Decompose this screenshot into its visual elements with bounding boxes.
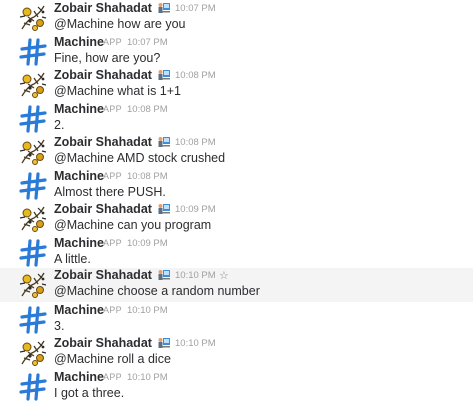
machine-bot-avatar-icon[interactable]: [18, 372, 48, 402]
sender-name[interactable]: Zobair Shahadat: [54, 202, 152, 216]
circuit-flower-avatar-icon[interactable]: [18, 70, 48, 100]
message-item[interactable]: Zobair Shahadat 10:08 PM @Machine AMD st…: [0, 135, 473, 169]
app-badge: APP: [103, 372, 122, 382]
machine-bot-avatar-icon[interactable]: [18, 238, 48, 268]
timestamp[interactable]: 10:10 PM: [175, 338, 216, 349]
sender-name[interactable]: Machine: [54, 370, 104, 384]
app-badge: APP: [103, 104, 122, 114]
star-outline-icon[interactable]: ☆: [219, 269, 229, 282]
message-item[interactable]: Machine APP 10:08 PM Almost there PUSH.: [0, 169, 473, 203]
app-badge: APP: [103, 238, 122, 248]
message-text: Fine, how are you?: [54, 51, 161, 65]
sender-name[interactable]: Machine: [54, 102, 104, 116]
sender-name[interactable]: Zobair Shahadat: [54, 268, 152, 282]
machine-bot-avatar-icon[interactable]: [18, 171, 48, 201]
machine-bot-avatar-icon[interactable]: [18, 104, 48, 134]
circuit-flower-avatar-icon[interactable]: [18, 338, 48, 368]
person-at-computer-icon: [157, 268, 171, 282]
circuit-flower-avatar-icon[interactable]: [18, 137, 48, 167]
timestamp[interactable]: 10:09 PM: [127, 238, 168, 249]
message-text: @Machine can you program: [54, 218, 212, 232]
message-feed: Zobair Shahadat 10:07 PM @Machine how ar…: [0, 0, 473, 404]
timestamp[interactable]: 10:08 PM: [175, 137, 216, 148]
message-item[interactable]: Machine APP 10:08 PM 2.: [0, 102, 473, 136]
person-at-computer-icon: [157, 336, 171, 350]
message-text: @Machine roll a dice: [54, 352, 171, 366]
message-item[interactable]: Zobair Shahadat 10:10 PM @Machine roll a…: [0, 336, 473, 370]
message-item[interactable]: Machine APP 10:10 PM 3.: [0, 303, 473, 337]
machine-bot-avatar-icon[interactable]: [18, 305, 48, 335]
sender-name[interactable]: Machine: [54, 35, 104, 49]
sender-name[interactable]: Zobair Shahadat: [54, 135, 152, 149]
sender-name[interactable]: Machine: [54, 236, 104, 250]
circuit-flower-avatar-icon[interactable]: [18, 204, 48, 234]
message-text: @Machine how are you: [54, 17, 186, 31]
sender-name[interactable]: Zobair Shahadat: [54, 1, 152, 15]
sender-name[interactable]: Machine: [54, 169, 104, 183]
message-text: @Machine choose a random number: [54, 284, 260, 298]
message-text: @Machine what is 1+1: [54, 84, 181, 98]
message-item[interactable]: Machine APP 10:10 PM I got a three.: [0, 370, 473, 404]
sender-name[interactable]: Machine: [54, 303, 104, 317]
app-badge: APP: [103, 37, 122, 47]
message-item[interactable]: Machine APP 10:09 PM A little.: [0, 236, 473, 270]
timestamp[interactable]: 10:10 PM: [175, 270, 216, 281]
message-text: 3.: [54, 319, 65, 333]
machine-bot-avatar-icon[interactable]: [18, 37, 48, 67]
timestamp[interactable]: 10:08 PM: [175, 70, 216, 81]
timestamp[interactable]: 10:07 PM: [127, 37, 168, 48]
app-badge: APP: [103, 171, 122, 181]
message-text: Almost there PUSH.: [54, 185, 166, 199]
sender-name[interactable]: Zobair Shahadat: [54, 68, 152, 82]
timestamp[interactable]: 10:09 PM: [175, 204, 216, 215]
circuit-flower-avatar-icon[interactable]: [18, 270, 48, 300]
person-at-computer-icon: [157, 1, 171, 15]
timestamp[interactable]: 10:08 PM: [127, 104, 168, 115]
message-item[interactable]: Zobair Shahadat 10:09 PM @Machine can yo…: [0, 202, 473, 236]
message-text: 2.: [54, 118, 65, 132]
timestamp[interactable]: 10:07 PM: [175, 3, 216, 14]
message-text: I got a three.: [54, 386, 125, 400]
app-badge: APP: [103, 305, 122, 315]
message-item[interactable]: Zobair Shahadat 10:07 PM @Machine how ar…: [0, 1, 473, 35]
message-text: @Machine AMD stock crushed: [54, 151, 226, 165]
person-at-computer-icon: [157, 68, 171, 82]
timestamp[interactable]: 10:10 PM: [127, 372, 168, 383]
message-text: A little.: [54, 252, 91, 266]
person-at-computer-icon: [157, 135, 171, 149]
message-item-hovered[interactable]: Zobair Shahadat 10:10 PM ☆ @Machine choo…: [0, 268, 473, 302]
sender-name[interactable]: Zobair Shahadat: [54, 336, 152, 350]
timestamp[interactable]: 10:10 PM: [127, 305, 168, 316]
message-item[interactable]: Zobair Shahadat 10:08 PM @Machine what i…: [0, 68, 473, 102]
message-item[interactable]: Machine APP 10:07 PM Fine, how are you?: [0, 35, 473, 69]
circuit-flower-avatar-icon[interactable]: [18, 3, 48, 33]
person-at-computer-icon: [157, 202, 171, 216]
timestamp[interactable]: 10:08 PM: [127, 171, 168, 182]
